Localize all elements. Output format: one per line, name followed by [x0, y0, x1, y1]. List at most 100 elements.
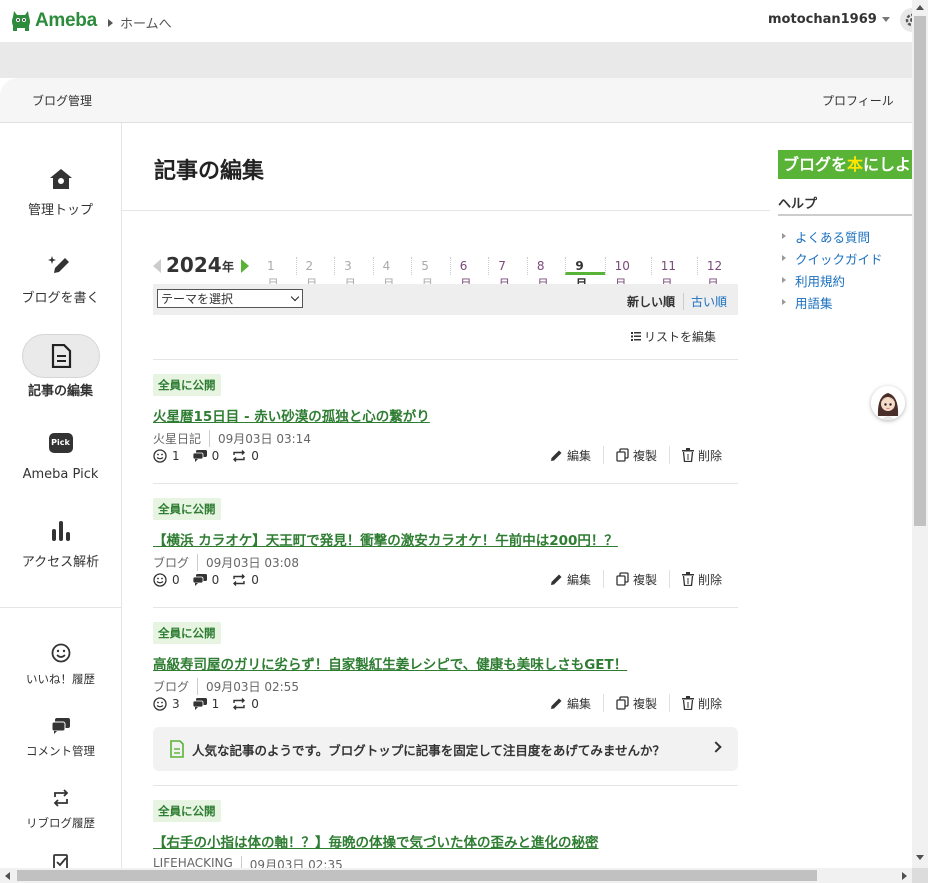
- smile-icon: [153, 573, 167, 587]
- comment-count-value: 1: [211, 697, 220, 711]
- article-date: 09月03日 03:14: [218, 432, 311, 446]
- scroll-right-icon[interactable]: [902, 872, 907, 880]
- sidebar-item-like-history[interactable]: いいね！履歴: [0, 643, 121, 687]
- pencil-icon: [551, 450, 562, 461]
- reblog-icon: [233, 450, 246, 462]
- copy-button[interactable]: 複製: [603, 694, 669, 712]
- profile-link[interactable]: プロフィール: [822, 92, 894, 109]
- like-count: 3: [153, 697, 180, 711]
- scroll-up-icon[interactable]: [916, 5, 924, 10]
- title-divider: [122, 210, 770, 211]
- sidebar-item-edit-articles[interactable]: 記事の編集: [0, 344, 121, 399]
- month-tab-1: 1月: [267, 259, 279, 291]
- year-suffix: 年: [222, 260, 235, 274]
- logo-text: Ameba: [35, 10, 97, 31]
- sort-oldest[interactable]: 古い順: [683, 293, 727, 310]
- user-menu[interactable]: motochan1969: [768, 12, 890, 27]
- status-badge: 全員に公開: [153, 374, 221, 396]
- header-gap: [0, 42, 912, 78]
- blog-book-banner[interactable]: ブログを本にしよう: [778, 150, 912, 179]
- month-tab-10[interactable]: 10月: [604, 257, 651, 291]
- pencil-icon: [551, 698, 562, 709]
- article-stats: 0 0 0: [153, 573, 272, 587]
- copy-icon: [616, 448, 629, 462]
- copy-button[interactable]: 複製: [603, 570, 669, 588]
- help-link-glossary[interactable]: 用語集: [782, 291, 883, 313]
- sidebar-item-label: 記事の編集: [27, 384, 93, 399]
- theme-select-value: テーマを選択: [161, 292, 234, 306]
- sidebar-item-label: 管理トップ: [27, 203, 93, 218]
- article-date: 09月03日 03:08: [206, 556, 299, 570]
- banner-text-b: にしよう: [863, 155, 912, 174]
- help-title: ヘルプ: [778, 197, 818, 212]
- list-icon: [631, 332, 641, 341]
- trash-icon: [682, 572, 695, 586]
- help-link-faq[interactable]: よくある質問: [782, 225, 883, 247]
- article-actions: 編集 複製 削除: [550, 446, 734, 464]
- article-divider: [153, 607, 738, 608]
- triangle-right-icon: [782, 255, 786, 261]
- vertical-scroll-thumb[interactable]: [914, 16, 926, 526]
- copy-icon: [616, 572, 629, 586]
- sidebar-item-admin-top[interactable]: 管理トップ: [0, 167, 121, 218]
- theme-select[interactable]: テーマを選択: [157, 289, 303, 308]
- sidebar-item-comment-manage[interactable]: コメント管理: [0, 717, 121, 759]
- home-link-label: ホームへ: [120, 17, 172, 32]
- status-badge: 全員に公開: [153, 498, 221, 520]
- help-link-terms[interactable]: 利用規約: [782, 269, 883, 291]
- sidebar-item-label: いいね！履歴: [26, 672, 95, 686]
- help-divider: [778, 214, 912, 216]
- month-tab-4: 4月: [372, 257, 412, 291]
- delete-button[interactable]: 削除: [669, 570, 734, 588]
- month-tab-8[interactable]: 8月: [526, 257, 566, 291]
- suggestion-text: 人気な記事のようです。ブログトップに記事を固定して注目度をあげてみませんか？: [192, 742, 666, 758]
- pin-article-suggestion[interactable]: 人気な記事のようです。ブログトップに記事を固定して注目度をあげてみませんか？: [153, 727, 738, 771]
- scroll-down-icon[interactable]: [916, 855, 924, 860]
- like-count-value: 1: [172, 449, 180, 463]
- ameba-logo[interactable]: Ameba: [10, 9, 97, 33]
- blog-admin-link[interactable]: ブログ管理: [32, 92, 92, 109]
- edit-list-button[interactable]: リストを編集: [631, 328, 716, 345]
- delete-label: 削除: [698, 696, 723, 711]
- scroll-left-icon[interactable]: [5, 872, 10, 880]
- month-tab-6[interactable]: 6月: [449, 257, 489, 291]
- article-meta: ブログ 09月03日 03:08: [153, 554, 738, 571]
- month-tab-9[interactable]: 9月: [565, 257, 605, 291]
- home-link[interactable]: ホームへ: [108, 13, 172, 32]
- delete-button[interactable]: 削除: [669, 694, 734, 712]
- article-theme: ブログ: [153, 678, 199, 695]
- sidebar-item-access-analytics[interactable]: アクセス解析: [0, 519, 121, 570]
- page-title: 記事の編集: [154, 159, 265, 184]
- comment-count-value: 0: [211, 449, 220, 463]
- copy-button[interactable]: 複製: [603, 446, 669, 464]
- help-link-quick-guide[interactable]: クイックガイド: [782, 247, 883, 269]
- article-title-link[interactable]: 火星暦15日目 - 赤い砂漠の孤独と心の繋がり: [153, 405, 738, 425]
- triangle-right-icon: [108, 18, 113, 27]
- sidebar-item-reblog-history[interactable]: リブログ履歴: [0, 789, 121, 831]
- sidebar-item-write-blog[interactable]: ブログを書く: [0, 253, 121, 306]
- month-tab-12[interactable]: 12月: [696, 257, 743, 291]
- sort-newest[interactable]: 新しい順: [627, 293, 675, 310]
- year-month-nav: 2024 年 1月 2月 3月 4月 5月 6月 7月 8月 9月 10月 11…: [153, 251, 743, 291]
- status-badge: 全員に公開: [153, 622, 221, 644]
- month-tab-5: 5月: [411, 257, 450, 291]
- assistant-avatar[interactable]: [871, 386, 905, 420]
- next-year-arrow-icon[interactable]: [241, 259, 249, 273]
- reblog-count: 0: [232, 697, 259, 711]
- month-tab-7[interactable]: 7月: [488, 257, 527, 291]
- edit-button[interactable]: 編集: [550, 570, 603, 588]
- comment-icon: [192, 698, 207, 710]
- article-title-link[interactable]: 【横浜 カラオケ】天王町で発見！衝撃の激安カラオケ！午前中は200円！？: [153, 529, 738, 549]
- prev-year-arrow-icon[interactable]: [153, 259, 161, 273]
- edit-button[interactable]: 編集: [550, 694, 603, 712]
- edit-button[interactable]: 編集: [550, 446, 603, 464]
- month-tab-11[interactable]: 11月: [650, 257, 697, 291]
- sidebar-item-ameba-pick[interactable]: Pick Ameba Pick: [0, 433, 121, 482]
- triangle-right-icon: [782, 277, 786, 283]
- help-link-label: 利用規約: [795, 273, 846, 289]
- article-title-link[interactable]: 【右手の小指は体の軸！？】毎晩の体操で気づいた体の歪みと進化の秘密: [153, 831, 738, 851]
- horizontal-scroll-thumb[interactable]: [17, 870, 817, 881]
- delete-button[interactable]: 削除: [669, 446, 734, 464]
- article-title-link[interactable]: 高級寿司屋のガリに劣らず！自家製紅生姜レシピで、健康も美味しさもGET！: [153, 653, 738, 673]
- year-value: 2024: [166, 253, 222, 277]
